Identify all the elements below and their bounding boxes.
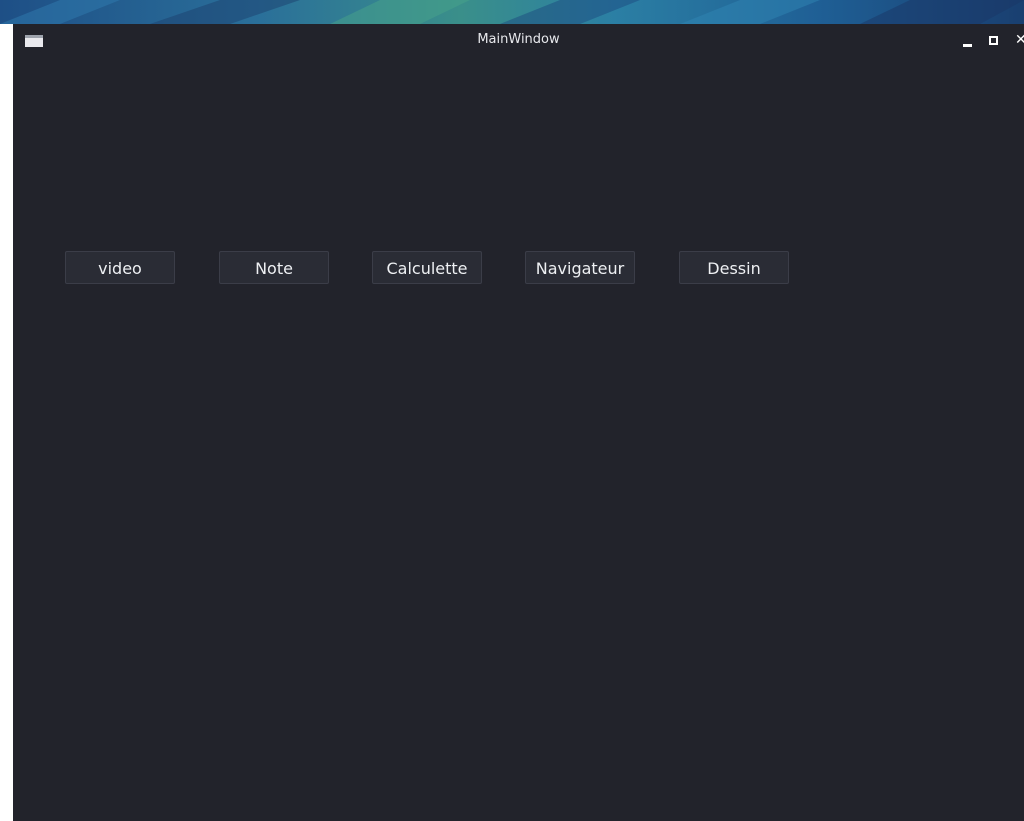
title-bar[interactable]: MainWindow ✕: [13, 24, 1024, 56]
wallpaper-pattern: [0, 0, 1024, 24]
maximize-icon[interactable]: [988, 32, 1000, 48]
video-button[interactable]: video: [65, 251, 175, 284]
desktop-wallpaper-strip: [0, 0, 1024, 24]
dessin-button[interactable]: Dessin: [679, 251, 789, 284]
note-button[interactable]: Note: [219, 251, 329, 284]
calculette-button[interactable]: Calculette: [372, 251, 482, 284]
close-icon[interactable]: ✕: [1015, 32, 1024, 48]
navigateur-button[interactable]: Navigateur: [525, 251, 635, 284]
window-title: MainWindow: [477, 32, 560, 47]
main-window: MainWindow ✕ video Note Calculette Navig…: [13, 24, 1024, 821]
minimize-icon[interactable]: [963, 32, 975, 48]
